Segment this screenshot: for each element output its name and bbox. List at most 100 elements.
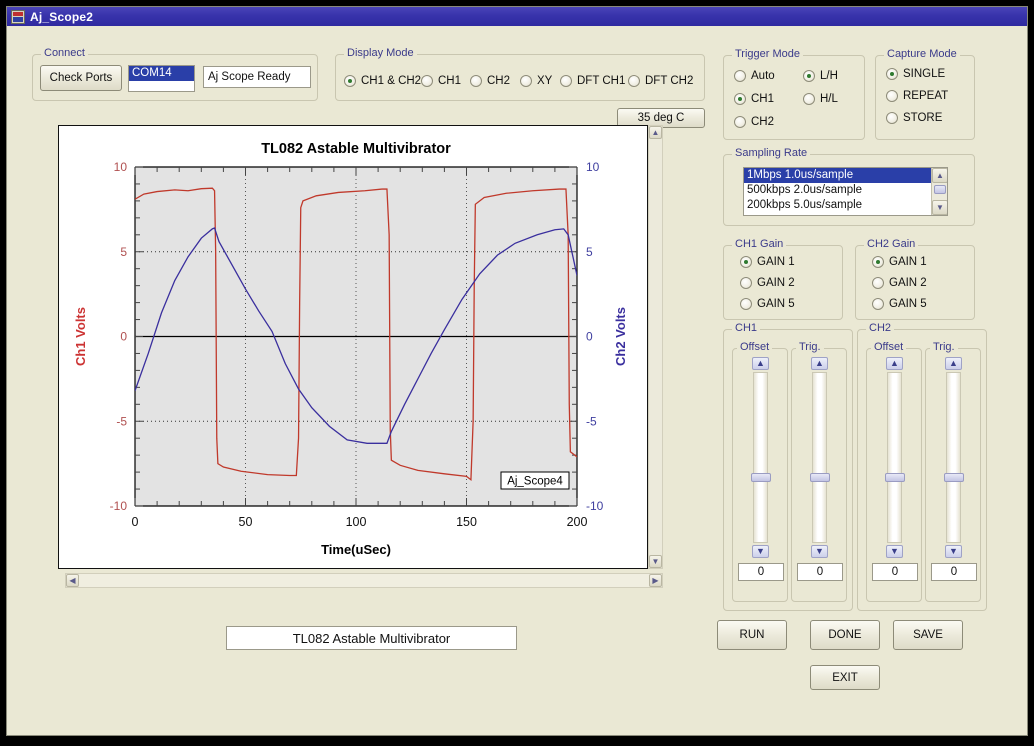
radio-label: GAIN 1 (757, 256, 795, 268)
ch1-offset-down-arrow-icon[interactable]: ▼ (752, 545, 769, 558)
caption-textbox[interactable]: TL082 Astable Multivibrator (226, 626, 517, 650)
sampling-rate-item[interactable]: 200kbps 5.0us/sample (744, 198, 947, 213)
svg-text:-5: -5 (586, 414, 597, 428)
connect-legend: Connect (41, 47, 88, 59)
scrollbar-thumb[interactable] (934, 185, 946, 194)
radio-ch2-gain-2[interactable]: GAIN 2 (872, 277, 927, 289)
radio-label: SINGLE (903, 68, 946, 80)
radio-ch2-gain-5[interactable]: GAIN 5 (872, 298, 927, 310)
radio-dot-icon (560, 75, 572, 87)
save-button[interactable]: SAVE (893, 620, 963, 650)
svg-text:TL082 Astable Multivibrator: TL082 Astable Multivibrator (261, 141, 451, 157)
radio-label: CH1 (438, 75, 462, 87)
radio-dot-icon (740, 256, 752, 268)
radio-dot-icon (734, 70, 746, 82)
svg-text:150: 150 (456, 515, 477, 529)
check-ports-button[interactable]: Check Ports (40, 65, 122, 91)
scroll-up-icon[interactable]: ▲ (932, 168, 947, 183)
chart-scroll-left-icon[interactable]: ◀ (66, 574, 79, 587)
ch2-trig-slider-thumb[interactable] (944, 473, 964, 482)
svg-text:0: 0 (132, 515, 139, 529)
ch1-offset-up-arrow-icon[interactable]: ▲ (752, 357, 769, 370)
radio-display-dft-ch1[interactable]: DFT CH1 (560, 75, 625, 87)
application-window: Aj_Scope2 Connect Check Ports COM14 Aj S… (6, 6, 1028, 736)
display-mode-group: Display Mode CH1 & CH2 CH1 CH2 XY DFT CH… (335, 47, 705, 101)
chart-vertical-scrollbar[interactable]: ▲ ▼ (648, 125, 663, 569)
sampling-rate-scrollbar[interactable]: ▲ ▼ (931, 168, 947, 215)
radio-dot-icon (740, 277, 752, 289)
radio-display-ch2[interactable]: CH2 (470, 75, 510, 87)
svg-text:Ch1 Volts: Ch1 Volts (73, 307, 88, 366)
radio-label: CH2 (487, 75, 511, 87)
radio-label: GAIN 2 (757, 277, 795, 289)
sampling-rate-item[interactable]: 1Mbps 1.0us/sample (744, 168, 947, 183)
radio-label: STORE (903, 112, 943, 124)
ch2-offset-slider-track[interactable] (887, 372, 902, 543)
ch2-trig-down-arrow-icon[interactable]: ▼ (945, 545, 962, 558)
port-list-item[interactable]: COM14 (129, 66, 194, 81)
ch1-trig-value[interactable]: 0 (797, 563, 843, 581)
trigger-mode-group: Trigger Mode Auto L/H CH1 H/L CH2 (723, 48, 865, 140)
ch2-offset-slider-thumb[interactable] (885, 473, 905, 482)
ch1-offset-slider-track[interactable] (753, 372, 768, 543)
radio-dot-icon (734, 116, 746, 128)
radio-ch2-gain-1[interactable]: GAIN 1 (872, 256, 927, 268)
chart-scroll-right-icon[interactable]: ▶ (649, 574, 662, 587)
radio-dot-icon (886, 90, 898, 102)
chart-scroll-up-icon[interactable]: ▲ (649, 126, 662, 139)
radio-ch1-gain-1[interactable]: GAIN 1 (740, 256, 795, 268)
svg-text:5: 5 (586, 245, 593, 259)
ch2-trig-up-arrow-icon[interactable]: ▲ (945, 357, 962, 370)
chart-horizontal-scrollbar[interactable]: ◀ ▶ (65, 573, 663, 588)
run-button[interactable]: RUN (717, 620, 787, 650)
radio-display-ch1[interactable]: CH1 (421, 75, 461, 87)
chart-panel: -10 -10 -5 -5 0 0 5 5 10 10 0 50 100 150 200 TL082 Asta… (58, 125, 648, 569)
ch1-trig-down-arrow-icon[interactable]: ▼ (811, 545, 828, 558)
radio-display-xy[interactable]: XY (520, 75, 552, 87)
radio-capture-repeat[interactable]: REPEAT (886, 90, 948, 102)
radio-trigger-ch1[interactable]: CH1 (734, 93, 774, 105)
radio-trigger-hl[interactable]: H/L (803, 93, 838, 105)
done-button[interactable]: DONE (810, 620, 880, 650)
ch2-trig-value[interactable]: 0 (931, 563, 977, 581)
radio-trigger-lh[interactable]: L/H (803, 70, 838, 82)
radio-dot-icon (470, 75, 482, 87)
radio-trigger-auto[interactable]: Auto (734, 70, 775, 82)
ch2-trig-slider-track[interactable] (946, 372, 961, 543)
ch2-offset-value[interactable]: 0 (872, 563, 918, 581)
svg-text:0: 0 (586, 330, 593, 344)
svg-text:200: 200 (567, 515, 588, 529)
radio-ch1-gain-2[interactable]: GAIN 2 (740, 277, 795, 289)
radio-label: CH1 & CH2 (361, 75, 422, 87)
port-listbox[interactable]: COM14 (128, 65, 195, 92)
radio-label: DFT CH1 (577, 75, 626, 87)
ch1-offset-slider-thumb[interactable] (751, 473, 771, 482)
radio-capture-single[interactable]: SINGLE (886, 68, 945, 80)
ch1-trig-slider-track[interactable] (812, 372, 827, 543)
svg-text:Time(uSec): Time(uSec) (321, 542, 391, 557)
chart-scroll-down-icon[interactable]: ▼ (649, 555, 662, 568)
scroll-down-icon[interactable]: ▼ (932, 200, 947, 215)
sampling-rate-listbox[interactable]: 1Mbps 1.0us/sample 500kbps 2.0us/sample … (743, 167, 948, 216)
radio-display-ch1-and-ch2[interactable]: CH1 & CH2 (344, 75, 421, 87)
ch2-offset-down-arrow-icon[interactable]: ▼ (886, 545, 903, 558)
ch1-trig-up-arrow-icon[interactable]: ▲ (811, 357, 828, 370)
ch1-trig-slider-thumb[interactable] (810, 473, 830, 482)
sampling-rate-item[interactable]: 500kbps 2.0us/sample (744, 183, 947, 198)
ch2-offset-up-arrow-icon[interactable]: ▲ (886, 357, 903, 370)
ch2-trig-group: Trig. ▲ ▼ 0 (925, 341, 981, 602)
ch2-offset-legend: Offset (871, 341, 907, 353)
sampling-rate-legend: Sampling Rate (732, 147, 811, 159)
ch1-offset-group: Offset ▲ ▼ 0 (732, 341, 788, 602)
status-textbox: Aj Scope Ready (203, 66, 311, 88)
ch1-offset-value[interactable]: 0 (738, 563, 784, 581)
radio-ch1-gain-5[interactable]: GAIN 5 (740, 298, 795, 310)
ch2-gain-legend: CH2 Gain (864, 238, 919, 250)
radio-label: GAIN 2 (889, 277, 927, 289)
radio-capture-store[interactable]: STORE (886, 112, 942, 124)
radio-trigger-ch2[interactable]: CH2 (734, 116, 774, 128)
exit-button[interactable]: EXIT (810, 665, 880, 690)
radio-display-dft-ch2[interactable]: DFT CH2 (628, 75, 693, 87)
radio-dot-icon (872, 277, 884, 289)
radio-dot-icon (803, 93, 815, 105)
